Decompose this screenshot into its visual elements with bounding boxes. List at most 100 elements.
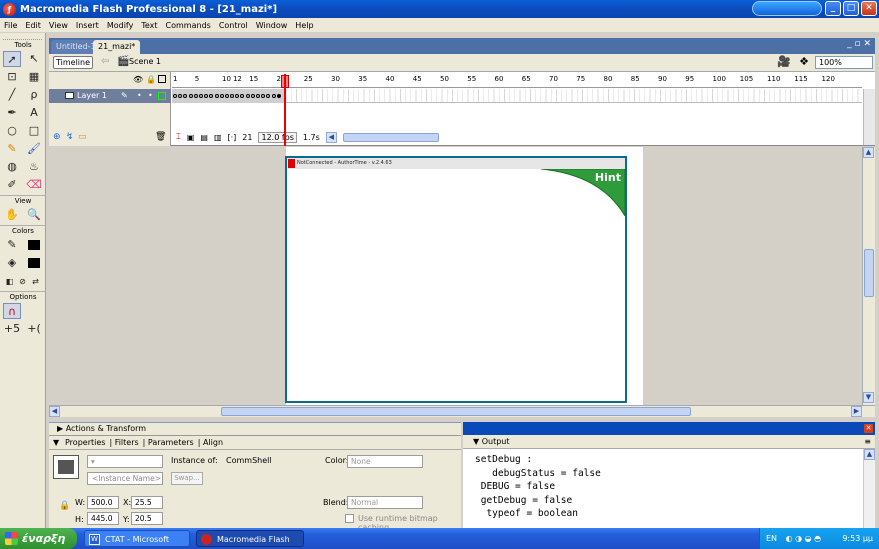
subselection-tool-icon[interactable]: ↖ [25,51,43,67]
menu-window[interactable]: Window [252,21,292,30]
actions-panel-header[interactable]: ▶ Actions & Transform [49,422,461,435]
menu-commands[interactable]: Commands [162,21,215,30]
edit-scene-icon[interactable]: 🎥 [777,55,791,68]
tl-scroll-left-icon[interactable]: ◀ [325,131,337,143]
snap-magnet-icon[interactable]: ∩ [3,303,21,319]
keyframe-dot[interactable] [209,94,214,98]
width-input[interactable]: 500.0 [87,496,119,509]
fill-swatch[interactable] [28,258,40,268]
frame-rate[interactable]: 12.0 fps [258,131,297,143]
tab-21-mazi[interactable]: 21_mazi* [93,40,141,54]
keyframe-dot[interactable] [204,94,209,98]
stage-scroll-right-icon[interactable]: ▶ [851,406,862,417]
selection-tool-icon[interactable]: ➚ [3,51,21,67]
keyframe-dot[interactable] [214,94,219,98]
output-close-icon[interactable]: ✕ [864,424,873,433]
tab-align[interactable]: Align [203,438,223,447]
tools-grip[interactable] [3,33,42,40]
stage-area[interactable]: NotConnected - AuthorTime - v.2.4.63 Hin… [49,147,862,405]
layer-lock-dot[interactable]: • [148,89,153,103]
keyframe-dot[interactable] [240,94,245,98]
keyframe-dot[interactable] [198,94,203,98]
tab-filters[interactable]: Filters [115,438,139,447]
keyframes[interactable] [172,89,285,103]
menu-modify[interactable]: Modify [103,21,138,30]
layer-visible-dot[interactable]: • [137,89,142,103]
output-scroll-up-icon[interactable]: ▲ [864,449,875,460]
swap-button[interactable]: Swap... [171,472,203,485]
eye-icon[interactable]: 👁 [133,75,143,84]
default-colors-icon[interactable]: ◧ [4,274,15,290]
keyframe-dot[interactable] [266,94,271,98]
menu-insert[interactable]: Insert [72,21,103,30]
add-layer-icon[interactable]: ⊕ [53,132,61,142]
lasso-tool-icon[interactable]: ρ [25,87,43,103]
add-guide-icon[interactable]: ↯ [66,132,74,142]
fill-color-icon[interactable]: ◈ [3,255,21,271]
keyframe-dot[interactable] [245,94,250,98]
onion-skin-icon[interactable]: ▣ [187,133,195,142]
keyframe-dot[interactable] [271,94,276,98]
timeline-vscroll[interactable] [863,89,875,145]
zoom-select[interactable]: 100% [815,56,873,69]
menu-view[interactable]: View [45,21,72,30]
instance-name-input[interactable]: <Instance Name> [87,472,163,485]
gradient-transform-tool-icon[interactable]: ▦ [25,69,43,85]
center-frame-icon[interactable]: ⌶ [176,132,181,142]
lock-icon[interactable]: 🔒 [146,75,156,84]
stage-hscroll[interactable]: ◀ ▶ [49,405,875,417]
collapse-arrow-icon[interactable]: ▼ [53,436,59,449]
eraser-tool-icon[interactable]: ⌫ [25,177,43,193]
output-vscroll[interactable]: ▲ [863,449,875,528]
keyframe-dot[interactable] [256,94,260,98]
tab-properties[interactable]: Properties [65,438,105,447]
back-arrow-icon[interactable]: ⇦ [101,56,109,67]
keyframe-dot[interactable] [261,94,266,98]
add-folder-icon[interactable]: ▭ [78,132,87,142]
line-tool-icon[interactable]: ╱ [3,87,21,103]
document-window-controls[interactable]: _ ▫ ✕ [847,39,871,49]
stroke-swatch[interactable] [28,240,40,250]
keyframe-dot[interactable] [224,94,229,98]
pencil-tool-icon[interactable]: ✎ [3,141,21,157]
bitmap-caching-checkbox[interactable] [345,514,354,523]
stage-scroll-up-icon[interactable]: ▲ [863,147,874,158]
tray-icons[interactable]: ◐ ◑ ◒ ◓ [786,534,822,543]
frame-ruler[interactable]: 1510152025303540455055606570758085909510… [172,72,862,88]
keyframe-dot[interactable] [183,94,188,98]
free-transform-tool-icon[interactable]: ⊡ [3,69,21,85]
tab-parameters[interactable]: Parameters [148,438,194,447]
tl-hscroll-thumb[interactable] [342,132,439,142]
zoom-tool-icon[interactable]: 🔍 [25,207,43,223]
layer-row[interactable]: Layer 1 ✎ • • [49,89,171,103]
stage-vscroll-thumb[interactable] [864,249,874,297]
comm-shell-instance[interactable]: NotConnected - AuthorTime - v.2.4.63 Hin… [285,156,627,403]
minimize-button[interactable]: _ [825,1,841,16]
keyframe-dot[interactable] [188,94,193,98]
stage-scroll-down-icon[interactable]: ▼ [863,392,874,403]
symbol-type-select[interactable]: ▾ [87,455,163,468]
menu-file[interactable]: File [0,21,21,30]
eyedropper-tool-icon[interactable]: ✐ [3,177,21,193]
task-word[interactable]: W CTAT - Microsoft Word [84,530,190,547]
rectangle-tool-icon[interactable]: □ [25,123,43,139]
stroke-color-icon[interactable]: ✎ [3,237,21,253]
outline-icon[interactable] [158,75,166,83]
keyframe-dot[interactable] [173,94,177,98]
edit-multiple-icon[interactable]: ▥ [214,133,222,142]
text-tool-icon[interactable]: A [25,105,43,121]
smooth-icon[interactable]: +5 [3,321,21,337]
tray-toolbar[interactable] [752,1,822,16]
swap-colors-icon[interactable]: ⇄ [30,274,41,290]
keyframe-dot[interactable] [230,94,235,98]
edit-symbols-icon[interactable]: ❖ [799,55,809,68]
stage-scroll-left-icon[interactable]: ◀ [49,406,60,417]
no-color-icon[interactable]: ⊘ [17,274,28,290]
language-indicator[interactable]: EN [766,534,777,543]
color-select[interactable]: None [347,455,423,468]
hint-label[interactable]: Hint [595,171,621,184]
blend-select[interactable]: Normal [347,496,423,509]
maximize-button[interactable]: □ [843,1,859,16]
start-button[interactable]: έναρξη [0,528,77,549]
onion-markers-icon[interactable]: [·] [228,133,237,142]
